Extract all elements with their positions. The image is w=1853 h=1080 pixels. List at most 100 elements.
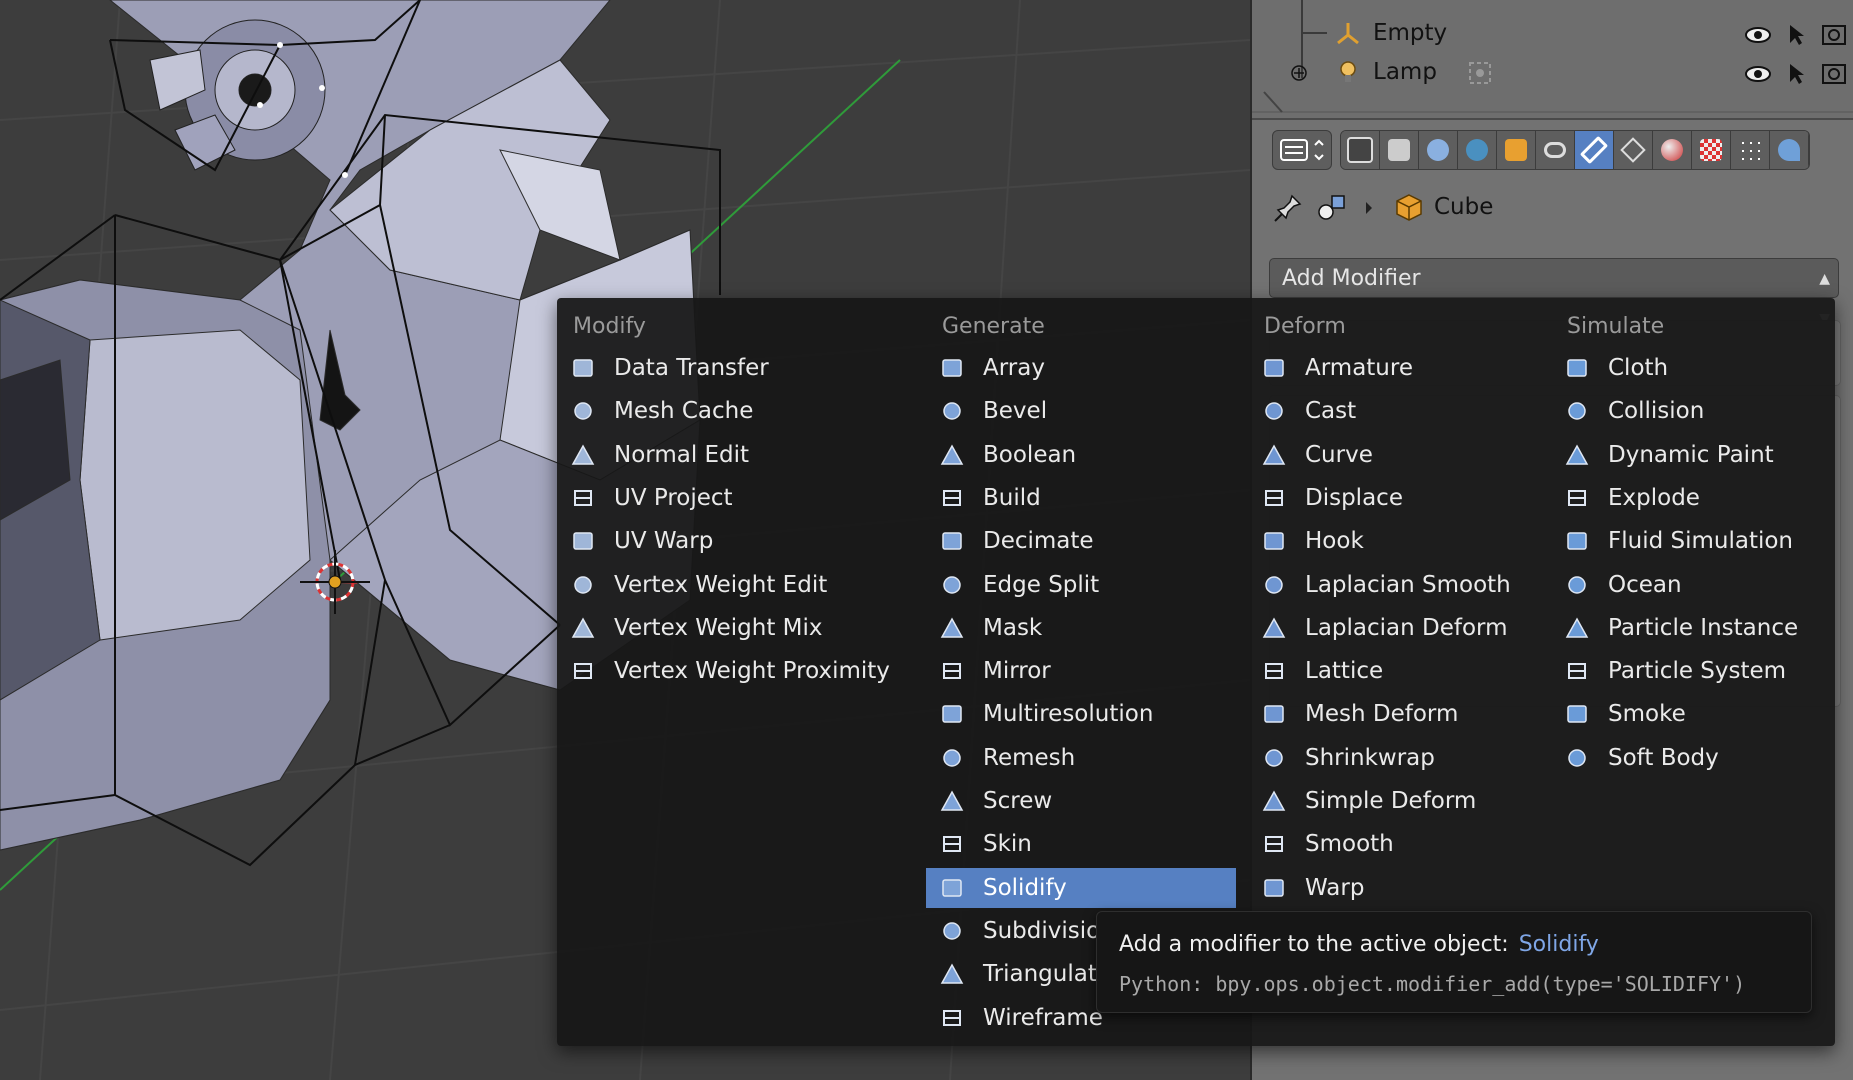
outliner[interactable]: Empty Lamp — [1252, 0, 1853, 120]
lattice-icon — [1265, 663, 1283, 679]
menu-item-solidify[interactable]: Solidify — [926, 868, 1236, 908]
menu-item-label: Collision — [1608, 398, 1705, 424]
menu-item-fluid-simulation[interactable]: Fluid Simulation — [1551, 521, 1831, 561]
menu-item-mesh-cache[interactable]: Mesh Cache — [557, 391, 925, 431]
scene-icon — [1427, 139, 1449, 161]
menu-item-uv-project[interactable]: UV Project — [557, 478, 925, 518]
tab-render-layers[interactable] — [1380, 131, 1419, 169]
menu-item-label: UV Warp — [614, 528, 714, 554]
menu-item-particle-instance[interactable]: Particle Instance — [1551, 608, 1831, 648]
menu-item-edge-split[interactable]: Edge Split — [926, 565, 1236, 605]
solidify-icon — [942, 879, 962, 897]
tab-constraints[interactable] — [1536, 131, 1575, 169]
mask-icon — [940, 617, 964, 638]
lamp-data-icon[interactable] — [1466, 59, 1494, 87]
menu-item-dynamic-paint[interactable]: Dynamic Paint — [1551, 435, 1831, 475]
menu-item-decimate[interactable]: Decimate — [926, 521, 1236, 561]
menu-item-normal-edit[interactable]: Normal Edit — [557, 435, 925, 475]
menu-item-data-transfer[interactable]: Data Transfer — [557, 348, 925, 388]
menu-item-boolean[interactable]: Boolean — [926, 435, 1236, 475]
tab-render[interactable] — [1341, 131, 1380, 169]
menu-item-label: Cast — [1305, 398, 1357, 424]
menu-item-label: Normal Edit — [614, 442, 750, 468]
tab-texture[interactable] — [1692, 131, 1731, 169]
menu-item-shrinkwrap[interactable]: Shrinkwrap — [1248, 738, 1550, 778]
warp-icon — [1264, 879, 1284, 897]
menu-item-skin[interactable]: Skin — [926, 824, 1236, 864]
object-data-icon — [1318, 195, 1345, 220]
menu-item-label: Screw — [983, 788, 1053, 814]
menu-item-cloth[interactable]: Cloth — [1551, 348, 1831, 388]
menu-item-label: Hook — [1305, 528, 1364, 554]
menu-item-label: Cloth — [1608, 355, 1669, 381]
menu-item-simple-deform[interactable]: Simple Deform — [1248, 781, 1550, 821]
tab-material[interactable] — [1653, 131, 1692, 169]
menu-item-mesh-deform[interactable]: Mesh Deform — [1248, 694, 1550, 734]
menu-item-remesh[interactable]: Remesh — [926, 738, 1236, 778]
menu-item-particle-system[interactable]: Particle System — [1551, 651, 1831, 691]
menu-item-label: Triangulate — [983, 961, 1112, 987]
menu-item-array[interactable]: Array — [926, 348, 1236, 388]
menu-item-hook[interactable]: Hook — [1248, 521, 1550, 561]
menu-item-cast[interactable]: Cast — [1248, 391, 1550, 431]
outliner-row-empty[interactable]: Empty — [1252, 14, 1853, 52]
tooltip-text: Add a modifier to the active object: — [1119, 932, 1509, 957]
render-camera-icon[interactable] — [1821, 21, 1847, 45]
shrinkwrap-icon — [1265, 749, 1283, 767]
menu-item-curve[interactable]: Curve — [1248, 435, 1550, 475]
outliner-row-lamp[interactable]: Lamp — [1252, 53, 1853, 91]
render-camera-icon — [1347, 137, 1373, 163]
properties-tabs — [1340, 130, 1810, 170]
menu-item-laplacian-smooth[interactable]: Laplacian Smooth — [1248, 565, 1550, 605]
menu-item-multiresolution[interactable]: Multiresolution — [926, 694, 1236, 734]
tab-modifiers[interactable] — [1575, 131, 1614, 169]
menu-item-vertex-weight-mix[interactable]: Vertex Weight Mix — [557, 608, 925, 648]
menu-item-displace[interactable]: Displace — [1248, 478, 1550, 518]
menu-item-ocean[interactable]: Ocean — [1551, 565, 1831, 605]
normal-edit-icon — [571, 444, 595, 465]
tooltip-description: Add a modifier to the active object: Soli… — [1119, 932, 1599, 957]
remesh-icon — [943, 749, 961, 767]
eye-icon[interactable] — [1745, 21, 1771, 45]
menu-item-smoke[interactable]: Smoke — [1551, 694, 1831, 734]
menu-item-warp[interactable]: Warp — [1248, 868, 1550, 908]
menu-item-laplacian-deform[interactable]: Laplacian Deform — [1248, 608, 1550, 648]
tab-scene[interactable] — [1419, 131, 1458, 169]
menu-item-uv-warp[interactable]: UV Warp — [557, 521, 925, 561]
menu-item-build[interactable]: Build — [926, 478, 1236, 518]
menu-item-mirror[interactable]: Mirror — [926, 651, 1236, 691]
editor-type-icon — [1280, 139, 1324, 161]
vertex-weight-mix-icon — [571, 617, 595, 638]
menu-item-smooth[interactable]: Smooth — [1248, 824, 1550, 864]
blender-window: Empty Lamp Cube Add Modifier ▲ Modify Da… — [0, 0, 1853, 1080]
cursor-select-icon[interactable] — [1783, 21, 1809, 45]
menu-item-mask[interactable]: Mask — [926, 608, 1236, 648]
menu-header-modify: Modify — [573, 314, 646, 339]
tab-physics[interactable] — [1770, 131, 1809, 169]
menu-item-explode[interactable]: Explode — [1551, 478, 1831, 518]
menu-item-armature[interactable]: Armature — [1248, 348, 1550, 388]
pin-icon[interactable] — [1272, 192, 1304, 224]
menu-item-soft-body[interactable]: Soft Body — [1551, 738, 1831, 778]
context-object-name: Cube — [1434, 194, 1494, 220]
expand-plus-icon[interactable] — [1290, 64, 1308, 82]
menu-header-generate: Generate — [942, 314, 1045, 339]
tab-data[interactable] — [1614, 131, 1653, 169]
array-icon — [942, 359, 962, 377]
render-camera-icon[interactable] — [1821, 60, 1847, 84]
editor-type-button[interactable] — [1272, 130, 1332, 170]
menu-item-collision[interactable]: Collision — [1551, 391, 1831, 431]
menu-item-bevel[interactable]: Bevel — [926, 391, 1236, 431]
add-modifier-dropdown[interactable]: Add Modifier ▲▼ — [1269, 258, 1839, 327]
menu-item-vertex-weight-proximity[interactable]: Vertex Weight Proximity — [557, 651, 925, 691]
tab-object[interactable] — [1497, 131, 1536, 169]
menu-item-screw[interactable]: Screw — [926, 781, 1236, 821]
cursor-select-icon[interactable] — [1783, 60, 1809, 84]
menu-item-vertex-weight-edit[interactable]: Vertex Weight Edit — [557, 565, 925, 605]
menu-item-lattice[interactable]: Lattice — [1248, 651, 1550, 691]
tab-particles[interactable] — [1731, 131, 1770, 169]
curve-icon — [1262, 444, 1286, 465]
mesh-cache-icon — [574, 402, 592, 420]
eye-icon[interactable] — [1745, 60, 1771, 84]
tab-world[interactable] — [1458, 131, 1497, 169]
